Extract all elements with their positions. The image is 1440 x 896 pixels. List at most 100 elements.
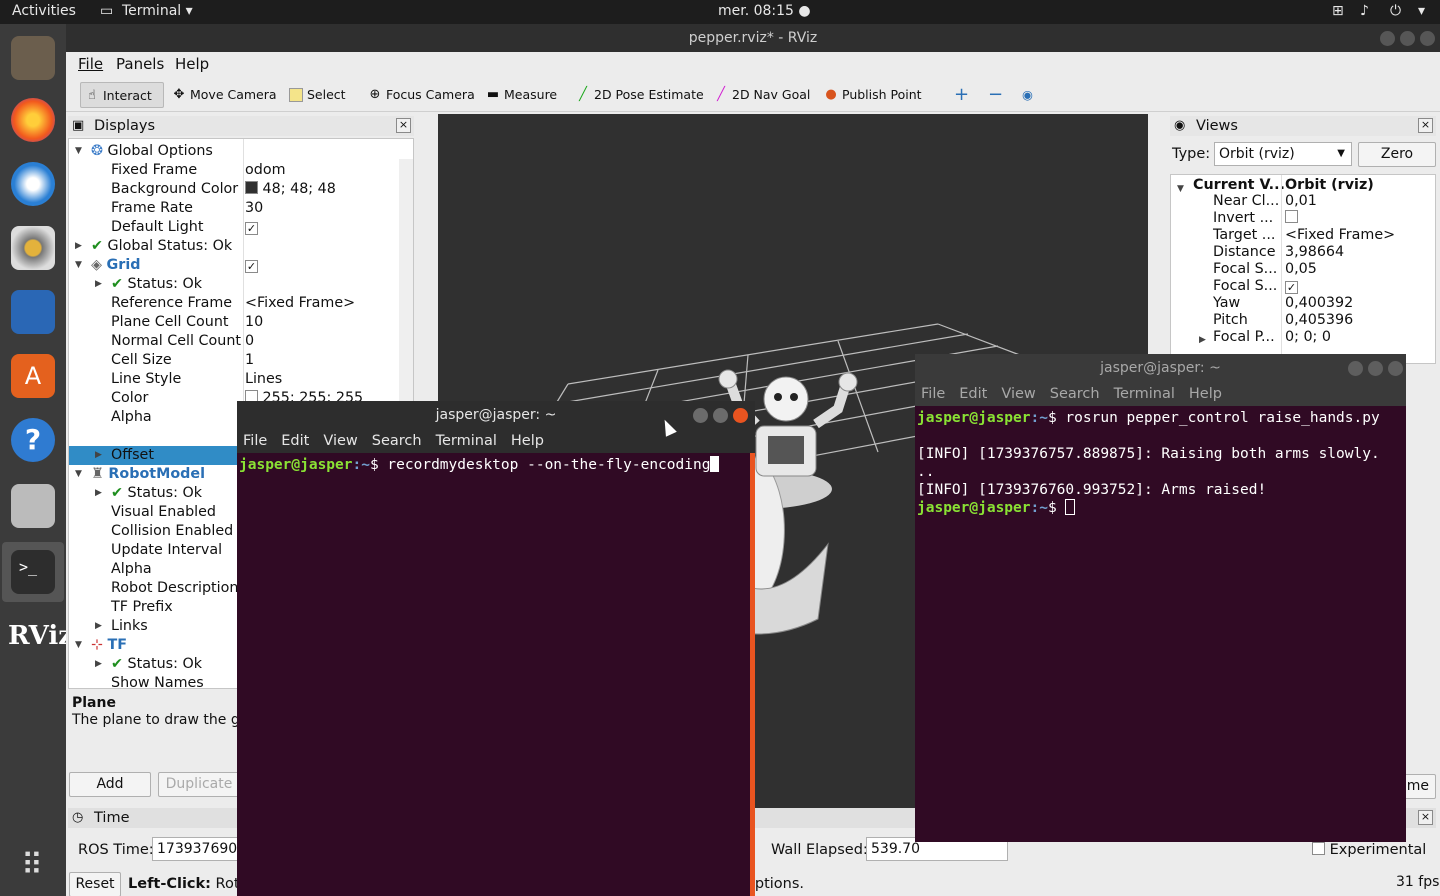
terminal-2-close-icon[interactable]: [1388, 361, 1403, 376]
display-row-value[interactable]: Lines: [245, 370, 282, 389]
display-row[interactable]: ✔ Status: Ok: [111, 655, 202, 674]
t1-menu-help[interactable]: Help: [511, 433, 544, 449]
select-tool[interactable]: Select: [285, 82, 346, 108]
display-row-value[interactable]: ✓: [245, 218, 258, 237]
writer-icon[interactable]: [11, 290, 55, 334]
t1-menu-file[interactable]: File: [243, 433, 267, 449]
display-row[interactable]: Links: [111, 617, 148, 636]
display-row-value[interactable]: ✓: [245, 256, 258, 275]
display-row[interactable]: Normal Cell Count: [111, 332, 241, 351]
display-row-value[interactable]: 1: [245, 351, 254, 370]
move-camera-tool[interactable]: ✥ Move Camera: [168, 82, 277, 108]
display-row[interactable]: Frame Rate: [111, 199, 193, 218]
display-row-value[interactable]: 10: [245, 313, 263, 332]
display-row[interactable]: Line Style: [111, 370, 181, 389]
menu-help[interactable]: Help: [175, 55, 209, 73]
expand-toggle-icon[interactable]: ▼: [75, 640, 82, 650]
view-property-value[interactable]: 0,405396: [1285, 312, 1353, 329]
terminal-window-2[interactable]: jasper@jasper: ~ File Edit View Search Termi…: [915, 354, 1406, 842]
software-icon[interactable]: A: [11, 354, 55, 398]
view-property-row[interactable]: ▶ Focal P...: [1199, 329, 1275, 346]
expand-toggle-icon[interactable]: ▶: [1199, 332, 1206, 349]
display-row[interactable]: Background Color: [111, 180, 238, 199]
tool-properties-icon[interactable]: ◉: [1012, 82, 1033, 108]
checkbox[interactable]: ✓: [245, 260, 258, 273]
view-property-row[interactable]: Focal S...: [1213, 261, 1277, 278]
publish-point-tool[interactable]: ● Publish Point: [820, 82, 921, 108]
t2-menu-view[interactable]: View: [1001, 386, 1035, 402]
display-row-value[interactable]: <Fixed Frame>: [245, 294, 355, 313]
expand-toggle-icon[interactable]: ▶: [95, 279, 102, 289]
view-property-row[interactable]: Distance: [1213, 244, 1276, 261]
display-row[interactable]: Fixed Frame: [111, 161, 197, 180]
color-swatch[interactable]: [245, 181, 258, 194]
expand-toggle-icon[interactable]: ▶: [95, 450, 102, 460]
display-row[interactable]: ⊹ TF: [91, 636, 127, 655]
checkbox[interactable]: ✓: [245, 222, 258, 235]
view-property-row[interactable]: Yaw: [1213, 295, 1240, 312]
view-property-row[interactable]: Invert ...: [1213, 210, 1273, 227]
rviz-icon[interactable]: RViz: [8, 614, 73, 658]
network-icon[interactable]: ⊞: [1332, 3, 1344, 19]
display-row[interactable]: ✔ Status: Ok: [111, 484, 202, 503]
nav-goal-tool[interactable]: ╱ 2D Nav Goal: [710, 82, 810, 108]
view-property-value[interactable]: 0,400392: [1285, 295, 1353, 312]
view-property-value[interactable]: 0,01: [1285, 193, 1317, 210]
views-tree[interactable]: ▼ Current V... Orbit (rviz) Near Cl... 0,01 I…: [1170, 174, 1436, 364]
clock[interactable]: mer. 08:15 ●: [718, 3, 811, 19]
expand-toggle-icon[interactable]: ▶: [95, 659, 102, 669]
view-property-value[interactable]: ✓: [1285, 278, 1298, 295]
camera-icon[interactable]: [11, 484, 55, 528]
menu-file[interactable]: File: [78, 55, 103, 73]
volume-icon[interactable]: ♪: [1360, 3, 1369, 19]
display-row[interactable]: Alpha: [111, 560, 152, 579]
add-display-button[interactable]: Add: [69, 772, 151, 797]
terminal-2-minimize-icon[interactable]: [1348, 361, 1363, 376]
t1-menu-search[interactable]: Search: [372, 433, 422, 449]
t2-menu-search[interactable]: Search: [1050, 386, 1100, 402]
measure-tool[interactable]: ▬ Measure: [482, 82, 557, 108]
terminal-1-minimize-icon[interactable]: [693, 408, 708, 423]
display-row[interactable]: Offset: [111, 446, 154, 465]
view-property-row[interactable]: Near Cl...: [1213, 193, 1279, 210]
display-row[interactable]: ♜ RobotModel: [91, 465, 205, 484]
terminal-icon[interactable]: >_: [11, 550, 55, 594]
t2-menu-terminal[interactable]: Terminal: [1114, 386, 1175, 402]
t1-menu-terminal[interactable]: Terminal: [436, 433, 497, 449]
views-close-icon[interactable]: ×: [1418, 118, 1433, 133]
expand-toggle-icon[interactable]: ▼: [75, 469, 82, 479]
focus-camera-tool[interactable]: ⊕ Focus Camera: [364, 82, 475, 108]
t2-menu-file[interactable]: File: [921, 386, 945, 402]
display-row-value[interactable]: 48; 48; 48: [245, 180, 336, 199]
display-row-value[interactable]: 30: [245, 199, 263, 218]
reset-button[interactable]: Reset: [69, 872, 121, 896]
display-row[interactable]: ✔ Global Status: Ok: [91, 237, 232, 256]
view-property-value[interactable]: 0,05: [1285, 261, 1317, 278]
files-icon[interactable]: [11, 36, 55, 80]
close-icon[interactable]: [1420, 31, 1435, 46]
displays-close-icon[interactable]: ×: [396, 118, 411, 133]
activities-button[interactable]: Activities: [12, 3, 76, 19]
checkbox[interactable]: [1285, 210, 1298, 223]
display-row[interactable]: Cell Size: [111, 351, 172, 370]
display-row[interactable]: TF Prefix: [111, 598, 173, 617]
display-row[interactable]: Plane: [111, 427, 150, 446]
checkbox[interactable]: ✓: [1285, 281, 1298, 294]
expand-toggle-icon[interactable]: ▶: [95, 621, 102, 631]
expand-toggle-icon[interactable]: ▶: [95, 488, 102, 498]
expand-toggle-icon[interactable]: ▼: [75, 146, 82, 156]
display-row[interactable]: Visual Enabled: [111, 503, 216, 522]
view-property-value[interactable]: <Fixed Frame>: [1285, 227, 1395, 244]
display-row-value[interactable]: 0: [245, 332, 254, 351]
view-property-row[interactable]: Pitch: [1213, 312, 1248, 329]
view-property-value[interactable]: 0; 0; 0: [1285, 329, 1331, 346]
show-apps-icon[interactable]: ⠿: [11, 844, 55, 888]
display-row[interactable]: Update Interval: [111, 541, 222, 560]
display-row[interactable]: Plane Cell Count: [111, 313, 228, 332]
experimental-checkbox[interactable]: Experimental: [1312, 842, 1426, 858]
expand-toggle-icon[interactable]: ▼: [1177, 180, 1184, 199]
menu-panels[interactable]: Panels: [116, 55, 164, 73]
terminal-window-1[interactable]: jasper@jasper: ~ File Edit View Search Termi…: [237, 401, 755, 896]
system-menu-icon[interactable]: ▾: [1418, 3, 1425, 19]
help-icon[interactable]: ?: [11, 418, 55, 462]
